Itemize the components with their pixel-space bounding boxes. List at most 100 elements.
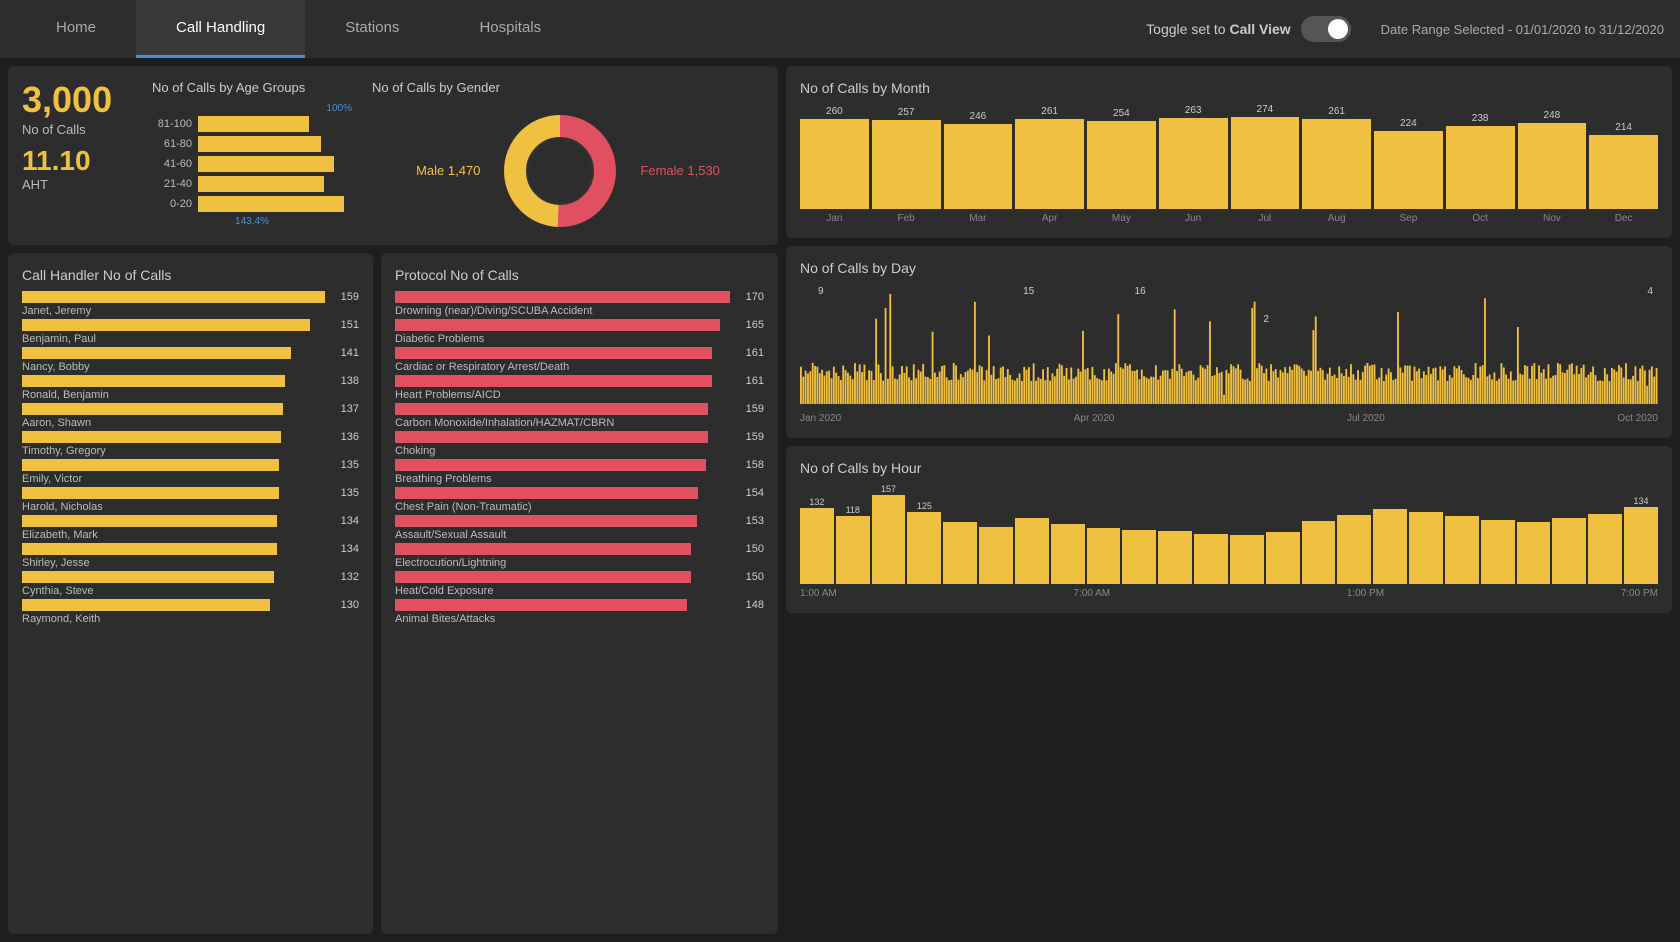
- hour-col: [1517, 484, 1551, 584]
- protocol-bar-count: 170: [736, 291, 764, 303]
- day-peak-15: 15: [1023, 286, 1034, 297]
- hour-bar: [1588, 514, 1622, 584]
- hour-col: [1087, 484, 1121, 584]
- metrics-card: 3,000 No of Calls 11.10 AHT No of Calls …: [8, 66, 778, 245]
- month-bar: [1518, 123, 1587, 209]
- hour-bar: [1302, 521, 1336, 584]
- gender-title: No of Calls by Gender: [372, 80, 764, 95]
- month-label: Jun: [1185, 213, 1201, 224]
- call-handler-bar-fill: [22, 543, 277, 555]
- tab-stations[interactable]: Stations: [305, 0, 439, 58]
- protocol-bar-count: 159: [736, 431, 764, 443]
- protocol-bar-row: 153: [395, 515, 764, 527]
- age-bar-track: [198, 136, 352, 152]
- main-content: 3,000 No of Calls 11.10 AHT No of Calls …: [0, 58, 1680, 942]
- call-handler-bar-count: 151: [331, 319, 359, 331]
- protocol-name: Choking: [395, 445, 764, 457]
- day-axis-label: Jul 2020: [1347, 413, 1385, 424]
- day-peak-2: 2: [1263, 314, 1269, 325]
- call-handler-bar-fill: [22, 319, 310, 331]
- age-bar-row: 61-80: [152, 136, 352, 152]
- aht-value: 11.10: [22, 145, 132, 177]
- month-col: 274 Jul: [1231, 104, 1300, 224]
- call-handler-bar-fill: [22, 403, 283, 415]
- hour-col: [1158, 484, 1192, 584]
- hour-bar: [907, 512, 941, 584]
- age-bar-track: [198, 156, 352, 172]
- call-handler-name: Ronald, Benjamin: [22, 389, 359, 401]
- call-handler-bar-fill: [22, 459, 279, 471]
- call-handler-bar-fill: [22, 571, 274, 583]
- call-handler-bar-count: 136: [331, 431, 359, 443]
- day-peak-16: 16: [1135, 286, 1146, 297]
- call-handler-bar-track: [22, 599, 325, 611]
- protocol-bar-track: [395, 375, 730, 387]
- nav-toggle-section: Toggle set to Call View Date Range Selec…: [1146, 16, 1664, 42]
- month-label: Jan: [826, 213, 842, 224]
- protocol-bar-row: 165: [395, 319, 764, 331]
- call-handler-bar-item: 137 Aaron, Shawn: [22, 403, 359, 429]
- month-count: 261: [1041, 106, 1058, 117]
- month-count: 248: [1544, 110, 1561, 121]
- call-handler-bar-fill: [22, 291, 325, 303]
- month-label: Jul: [1258, 213, 1271, 224]
- month-count: 214: [1615, 122, 1632, 133]
- protocol-name: Cardiac or Respiratory Arrest/Death: [395, 361, 764, 373]
- month-bar: [1231, 117, 1300, 209]
- protocol-name: Assault/Sexual Assault: [395, 529, 764, 541]
- month-bar: [1589, 135, 1658, 209]
- call-handler-bar-row: 136: [22, 431, 359, 443]
- day-peak-4: 4: [1647, 286, 1653, 297]
- protocol-bar-track: [395, 459, 730, 471]
- age-bar-label: 0-20: [152, 198, 192, 210]
- month-bar: [1374, 131, 1443, 209]
- call-handler-name: Timothy, Gregory: [22, 445, 359, 457]
- call-handler-name: Nancy, Bobby: [22, 361, 359, 373]
- month-col: 260 Jan: [800, 104, 869, 224]
- right-panel: No of Calls by Month 260 Jan 257 Feb 246…: [786, 66, 1672, 934]
- hour-col: [1230, 484, 1264, 584]
- protocol-bar-fill: [395, 375, 712, 387]
- call-handler-bar-count: 134: [331, 543, 359, 555]
- age-bar-track: [198, 116, 352, 132]
- hour-bar: [836, 516, 870, 584]
- protocol-name: Carbon Monoxide/Inhalation/HAZMAT/CBRN: [395, 417, 764, 429]
- call-handler-bar-count: 137: [331, 403, 359, 415]
- age-bar-label: 21-40: [152, 178, 192, 190]
- tab-call-handling[interactable]: Call Handling: [136, 0, 305, 58]
- protocol-bars: 170 Drowning (near)/Diving/SCUBA Acciden…: [395, 291, 764, 625]
- hour-labels: 1:00 AM7:00 AM1:00 PM7:00 PM: [800, 588, 1658, 599]
- protocol-bar-row: 154: [395, 487, 764, 499]
- gender-donut-chart: [500, 111, 620, 231]
- call-handler-bars: 159 Janet, Jeremy 151 Benjamin, Paul 141…: [22, 291, 359, 625]
- call-handler-bar-row: 130: [22, 599, 359, 611]
- call-view-toggle[interactable]: [1301, 16, 1351, 42]
- call-handler-bar-item: 141 Nancy, Bobby: [22, 347, 359, 373]
- toggle-text: Toggle set to Call View: [1146, 21, 1291, 37]
- tab-home[interactable]: Home: [16, 0, 136, 58]
- day-sparkline-chart: [800, 284, 1658, 404]
- call-handler-bar-count: 130: [331, 599, 359, 611]
- month-bar: [944, 124, 1013, 209]
- protocol-bar-count: 153: [736, 515, 764, 527]
- protocol-bar-count: 161: [736, 347, 764, 359]
- month-bar: [1087, 121, 1156, 209]
- protocol-bar-item: 150 Heat/Cold Exposure: [395, 571, 764, 597]
- tab-hospitals[interactable]: Hospitals: [439, 0, 581, 58]
- month-label: Feb: [898, 213, 915, 224]
- month-col: 254 May: [1087, 104, 1156, 224]
- call-handler-bar-count: 135: [331, 487, 359, 499]
- protocol-bar-row: 159: [395, 431, 764, 443]
- hour-count: 125: [917, 501, 932, 511]
- gender-section: No of Calls by Gender Male 1,470: [372, 80, 764, 231]
- call-handler-bar-count: 132: [331, 571, 359, 583]
- day-axis-label: Jan 2020: [800, 413, 841, 424]
- call-handler-bar-fill: [22, 347, 291, 359]
- call-handler-name: Raymond, Keith: [22, 613, 359, 625]
- hour-col: 134: [1624, 484, 1658, 584]
- age-bar-fill: [198, 116, 309, 132]
- hour-count: 134: [1633, 496, 1648, 506]
- call-handler-bar-count: 138: [331, 375, 359, 387]
- month-count: 254: [1113, 108, 1130, 119]
- call-handler-bar-item: 130 Raymond, Keith: [22, 599, 359, 625]
